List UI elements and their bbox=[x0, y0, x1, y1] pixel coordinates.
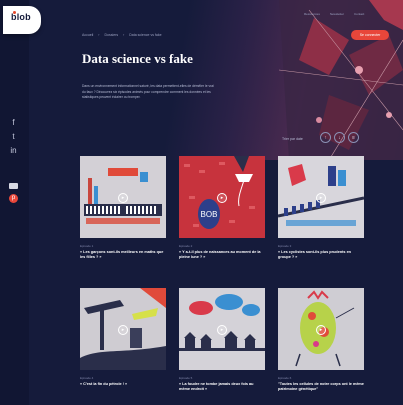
play-icon[interactable]: ▸ bbox=[316, 193, 326, 203]
card-date: Episode 6 bbox=[278, 376, 292, 380]
svg-text:BOB: BOB bbox=[201, 210, 218, 219]
play-icon[interactable]: ▸ bbox=[217, 325, 227, 335]
card-date: Episode 4 bbox=[80, 376, 94, 380]
episode-thumbnail[interactable]: ▸ bbox=[278, 156, 364, 238]
card-date: Episode 5 bbox=[179, 376, 193, 380]
episode-thumbnail[interactable]: ▸ bbox=[80, 288, 166, 370]
hero-image bbox=[29, 0, 403, 160]
sort-asc-button[interactable]: ↑ bbox=[320, 132, 331, 143]
breadcrumb-dossiers[interactable]: Dossiers bbox=[104, 33, 118, 37]
page-intro: Dans un environnement informationnel sat… bbox=[82, 84, 214, 100]
sort-label: Trier par date bbox=[282, 137, 303, 141]
sort-desc-button[interactable]: ↓ bbox=[334, 132, 345, 143]
card-date: Episode 3 bbox=[278, 244, 292, 248]
card-title[interactable]: "Toutes les cellules de notre corps ont … bbox=[278, 382, 364, 393]
card-title[interactable]: « La foudre ne tombe jamais deux fois au… bbox=[179, 382, 265, 393]
breadcrumb: Accueil › Dossiers › Data science vs fak… bbox=[82, 33, 162, 37]
episode-thumbnail[interactable]: BOB ▸ bbox=[179, 156, 265, 238]
brand-logo[interactable]: blob bbox=[3, 6, 41, 34]
nav-item-contact[interactable]: Contact bbox=[354, 12, 364, 16]
sort-list-button[interactable]: ≡ bbox=[348, 132, 359, 143]
page-title: Data science vs fake bbox=[82, 51, 193, 66]
card-date: Episode 2 bbox=[179, 244, 193, 248]
card-title[interactable]: « Les garçons sont-ils meilleurs en math… bbox=[80, 250, 166, 261]
card-title[interactable]: « Y a-t-il plus de naissances au moment … bbox=[179, 250, 265, 261]
pinterest-icon[interactable]: p bbox=[9, 194, 18, 203]
page: blob f t in p Ressources Newsletter Cont… bbox=[0, 0, 403, 405]
nav-item-ressources[interactable]: Ressources bbox=[304, 12, 320, 16]
breadcrumb-separator: › bbox=[123, 33, 125, 37]
twitter-icon[interactable]: t bbox=[9, 132, 18, 141]
card-title[interactable]: « Les cyclistes sont-ils plus prudents e… bbox=[278, 250, 364, 261]
login-button[interactable]: Se connecter bbox=[351, 30, 389, 40]
episode-thumbnail[interactable]: ▸ bbox=[179, 288, 265, 370]
breadcrumb-home[interactable]: Accueil bbox=[82, 33, 93, 37]
breadcrumb-separator: › bbox=[98, 33, 100, 37]
episode-thumbnail[interactable]: ▸ bbox=[278, 288, 364, 370]
top-nav: Ressources Newsletter Contact bbox=[304, 12, 364, 16]
episode-thumbnail[interactable]: ▸ bbox=[80, 156, 166, 238]
logo-text: blob bbox=[11, 12, 31, 22]
card-title[interactable]: « C'est la fin du pétrole ! » bbox=[80, 382, 166, 387]
play-icon[interactable]: ▸ bbox=[316, 325, 326, 335]
card-date: Episode 1 bbox=[80, 244, 94, 248]
play-icon[interactable]: ▸ bbox=[118, 193, 128, 203]
breadcrumb-current: Data science vs fake bbox=[129, 33, 162, 37]
mail-icon[interactable] bbox=[9, 183, 18, 189]
play-icon[interactable]: ▸ bbox=[118, 325, 128, 335]
play-icon[interactable]: ▸ bbox=[217, 193, 227, 203]
linkedin-icon[interactable]: in bbox=[9, 146, 18, 155]
hero-illustration bbox=[278, 0, 403, 160]
nav-item-newsletter[interactable]: Newsletter bbox=[330, 12, 344, 16]
facebook-icon[interactable]: f bbox=[9, 118, 18, 127]
